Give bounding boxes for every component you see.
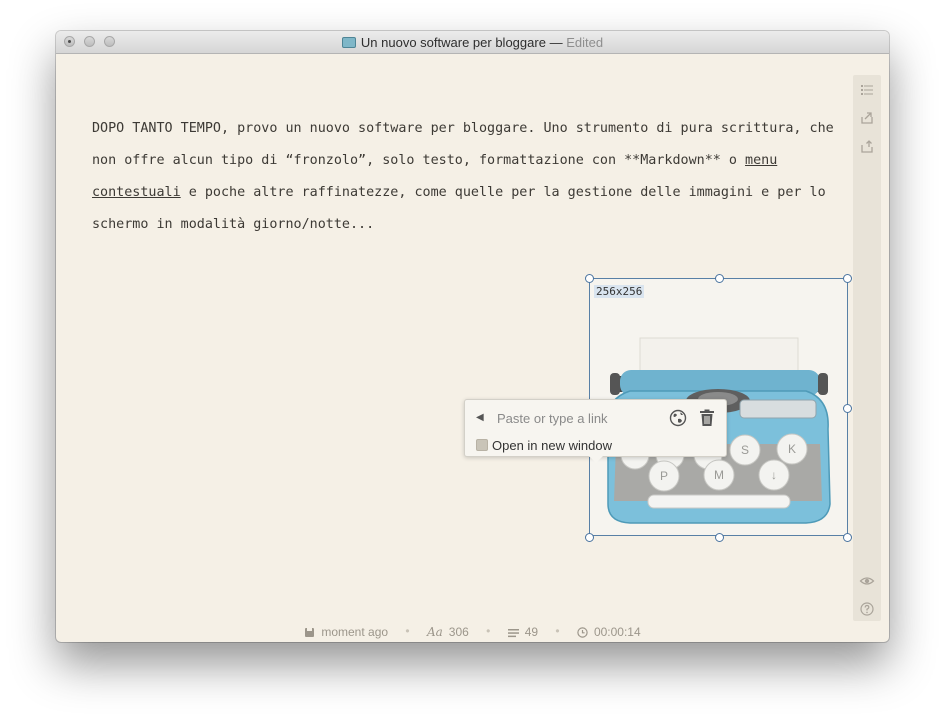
document-title: Un nuovo software per bloggare (360, 35, 546, 50)
separator-dot: • (486, 624, 491, 638)
open-in-new-window-checkbox[interactable] (476, 439, 488, 451)
resize-handle-right[interactable] (843, 404, 852, 413)
key-letter: M (714, 468, 724, 482)
editor-text-area[interactable]: DOPO TANTO TEMPO, provo un nuovo softwar… (92, 113, 847, 241)
link-popover: ◀ Open in new window (464, 399, 727, 463)
status-bar: moment ago • Aa 306 • 49 • 00:00:14 (56, 624, 889, 640)
list-icon[interactable] (859, 82, 875, 98)
key-letter: ↓ (771, 468, 777, 482)
word-count-value: 49 (524, 624, 539, 639)
export-icon[interactable] (859, 110, 875, 126)
image-size-label: 256x256 (594, 285, 645, 298)
right-sidebar (853, 75, 881, 621)
typewriter-icon (341, 37, 356, 48)
help-icon[interactable] (859, 601, 875, 617)
resize-handle-top-left[interactable] (585, 274, 594, 283)
globe-icon[interactable] (669, 409, 687, 427)
writing-time-value: 00:00:14 (593, 624, 641, 639)
resize-handle-bottom-left[interactable] (585, 533, 594, 542)
resize-handle-top-right[interactable] (843, 274, 852, 283)
resize-handle-bottom[interactable] (715, 533, 724, 542)
edited-status: Edited (566, 35, 604, 50)
resize-handle-top[interactable] (715, 274, 724, 283)
eye-icon[interactable] (859, 573, 875, 589)
save-icon (305, 627, 315, 637)
key-letter: S (741, 443, 749, 457)
key-letter: P (660, 469, 668, 483)
title-separator: — (549, 35, 563, 50)
window-title: Un nuovo software per bloggare — Edited (56, 35, 889, 50)
paragraph-text-start: DOPO TANTO TEMPO, provo un nuovo softwar… (92, 121, 834, 168)
saved-time: moment ago (321, 624, 389, 639)
writing-time[interactable]: 00:00:14 (577, 625, 641, 639)
lines-icon (507, 628, 519, 637)
paragraph[interactable]: DOPO TANTO TEMPO, provo un nuovo softwar… (92, 113, 847, 241)
font-icon: Aa (426, 624, 443, 639)
character-count[interactable]: Aa 306 (427, 625, 469, 639)
resize-handle-bottom-right[interactable] (843, 533, 852, 542)
app-window: Un nuovo software per bloggare — Edited … (56, 31, 889, 642)
separator-dot: • (405, 624, 410, 638)
share-icon[interactable] (859, 139, 875, 155)
separator-dot: • (555, 624, 560, 638)
saved-status: moment ago (304, 625, 388, 639)
open-in-new-window-label[interactable]: Open in new window (492, 438, 612, 453)
triangle-left-icon[interactable]: ◀ (476, 412, 484, 423)
link-url-input[interactable] (497, 408, 657, 428)
paragraph-text-end: e poche altre raffinatezze, come quelle … (92, 185, 826, 232)
trash-icon[interactable] (699, 409, 715, 427)
title-bar[interactable]: Un nuovo software per bloggare — Edited (56, 31, 889, 54)
character-count-value: 306 (448, 624, 469, 639)
key-letter: K (788, 442, 796, 456)
clock-icon (577, 627, 588, 638)
word-count[interactable]: 49 (507, 624, 539, 639)
